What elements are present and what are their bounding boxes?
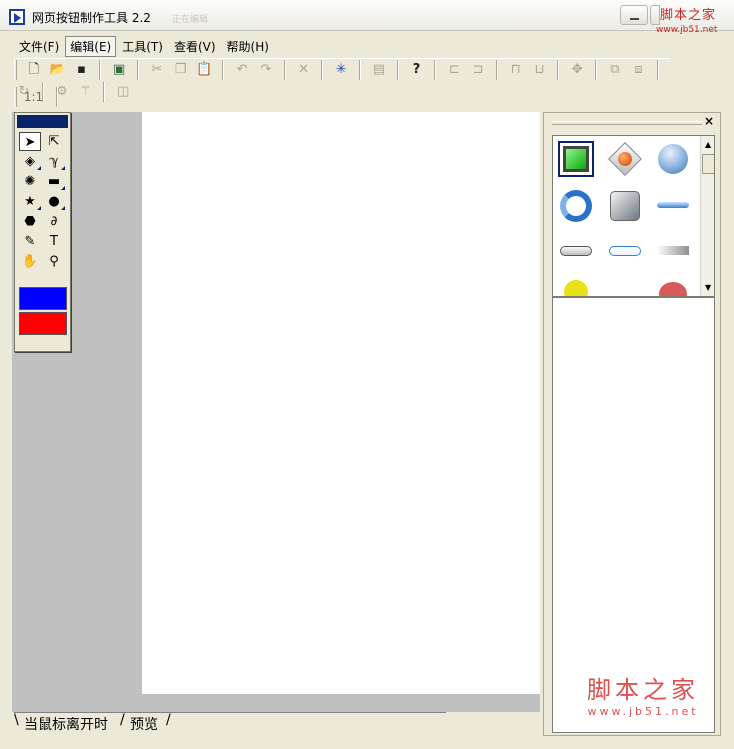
delete-icon[interactable]: ✕ (294, 59, 314, 81)
gallery-item[interactable] (558, 276, 594, 296)
gallery-item[interactable] (655, 276, 691, 296)
star-tool-icon[interactable]: ★ (19, 192, 41, 211)
tab-edge-mid: / (120, 712, 125, 728)
help-icon[interactable]: ? (407, 59, 427, 81)
fill-color-swatch[interactable] (19, 287, 67, 310)
tab-preview[interactable]: 预览 (130, 714, 158, 734)
save-icon[interactable]: ▪ (71, 59, 91, 81)
gallery-item[interactable] (607, 234, 643, 270)
text-tool-icon[interactable]: T (43, 232, 65, 251)
group-icon[interactable]: ◫ (113, 81, 133, 103)
toolbox: ➤ ⇱ ◈ ℽ ✺ ▬ ★ ● ⬣ ∂ ✎ T ✋ ⚲ (14, 112, 71, 352)
gallery-item[interactable] (607, 188, 643, 224)
paint-bucket-icon[interactable]: ◈ (19, 152, 41, 171)
state-tabs: \ 当鼠标离开时 / 预览 / (14, 712, 446, 734)
export-icon[interactable]: ▣ (109, 59, 129, 81)
ellipse-tool-icon[interactable]: ● (43, 192, 65, 211)
title-ghost-text: 正在编辑 (172, 15, 209, 25)
watermark-url-bottom: www.jb51.net (587, 705, 699, 718)
main-toolbar: 🗋 📂 ▪ ▣ ✂ ❐ 📋 ↶ ↷ ✕ ✳ ▤ ? ⊏ ⊐ ⊓ ⊔ ✥ ⧉ ⧈ … (14, 58, 670, 102)
stroke-color-swatch[interactable] (19, 312, 67, 335)
title-bar: 网页按钮制作工具 2.2 正在编辑 脚本之家 www.jb51.net (0, 0, 734, 35)
gradient-tool-icon[interactable]: ℽ (43, 152, 65, 171)
toolbar-grip[interactable] (14, 87, 17, 107)
style-gallery: ▲ ▼ (552, 135, 715, 297)
polygon-tool-icon[interactable]: ⬣ (19, 212, 41, 231)
menu-help[interactable]: 帮助(H) (222, 36, 274, 57)
workspace-bottom (142, 694, 540, 712)
menu-bar: 文件(F) 编辑(E) 工具(T) 查看(V) 帮助(H) (14, 36, 275, 57)
cut-icon[interactable]: ✂ (147, 59, 167, 81)
gallery-item[interactable] (655, 188, 691, 224)
pen-tool-icon[interactable]: ✎ (19, 232, 41, 251)
align-left-icon[interactable]: ⊏ (444, 59, 464, 81)
properties-icon[interactable]: ▤ (369, 59, 389, 81)
zoom-ratio-button[interactable]: 1:1 (24, 86, 50, 108)
menu-tools[interactable]: 工具(T) (117, 36, 168, 57)
gallery-item[interactable] (655, 234, 691, 270)
gallery-item[interactable] (655, 141, 691, 177)
close-icon[interactable]: × (704, 114, 714, 128)
new-file-icon[interactable]: 🗋 (24, 59, 44, 81)
gallery-item[interactable] (607, 141, 643, 177)
magic-wand-icon[interactable]: ⚚ (75, 81, 95, 103)
gallery-item[interactable] (558, 234, 594, 270)
pointer-tool-icon[interactable]: ➤ (19, 132, 41, 151)
redo-icon[interactable]: ↷ (256, 59, 276, 81)
maximize-button[interactable] (650, 5, 660, 25)
gallery-item[interactable] (558, 141, 594, 177)
watermark-text: 脚本之家 (587, 676, 699, 704)
menu-file[interactable]: 文件(F) (14, 36, 64, 57)
subselect-tool-icon[interactable]: ⇱ (43, 132, 65, 151)
align-bottom-icon[interactable]: ⊔ (530, 59, 550, 81)
scroll-down-icon[interactable]: ▼ (705, 283, 711, 292)
center-icon[interactable]: ✥ (567, 59, 587, 81)
paste-icon[interactable]: 📋 (194, 59, 214, 81)
view-toolbar: 1:1 ▶ (14, 86, 74, 124)
undo-icon[interactable]: ↶ (232, 59, 252, 81)
rectangle-tool-icon[interactable]: ▬ (43, 172, 65, 191)
open-folder-icon[interactable]: 📂 (48, 59, 68, 81)
scroll-up-icon[interactable]: ▲ (705, 140, 711, 149)
zoom-tool-icon[interactable]: ⚲ (43, 252, 65, 271)
toolbar-grip[interactable] (14, 60, 17, 80)
align-right-icon[interactable]: ⊐ (468, 59, 488, 81)
toolbox-caption[interactable] (17, 115, 68, 128)
bring-front-icon[interactable]: ⧉ (605, 59, 625, 81)
align-top-icon[interactable]: ⊓ (506, 59, 526, 81)
watermark-url: www.jb51.net (656, 25, 718, 35)
sparkle-icon[interactable]: ✳ (331, 59, 351, 81)
watermark-logo: 脚本之家 (660, 8, 717, 23)
scroll-thumb[interactable] (702, 154, 714, 174)
gallery-item[interactable] (558, 188, 594, 224)
panel-grip[interactable] (552, 121, 702, 125)
button-library-panel: × ▲ ▼ 脚本之家 www.jb51.net (543, 112, 721, 736)
tab-edge-right: / (166, 712, 171, 728)
freeform-tool-icon[interactable]: ∂ (43, 212, 65, 231)
drawing-canvas[interactable] (142, 112, 540, 694)
menu-edit[interactable]: 编辑(E) (65, 36, 117, 57)
tab-mouse-out[interactable]: 当鼠标离开时 (24, 714, 108, 734)
watermark-logo-bottom: 脚本之家 www.jb51.net (583, 670, 703, 718)
minimize-button[interactable] (620, 5, 648, 25)
menu-view[interactable]: 查看(V) (169, 36, 221, 57)
app-icon (9, 9, 25, 25)
copy-icon[interactable]: ❐ (171, 59, 191, 81)
gallery-scrollbar[interactable]: ▲ ▼ (700, 136, 714, 296)
send-back-icon[interactable]: ⧈ (629, 59, 649, 81)
tab-edge-left: \ (14, 712, 19, 728)
burst-tool-icon[interactable]: ✺ (19, 172, 41, 191)
window-title: 网页按钮制作工具 2.2 (32, 11, 151, 25)
hand-tool-icon[interactable]: ✋ (19, 252, 41, 271)
preview-area: 脚本之家 www.jb51.net (552, 297, 715, 733)
